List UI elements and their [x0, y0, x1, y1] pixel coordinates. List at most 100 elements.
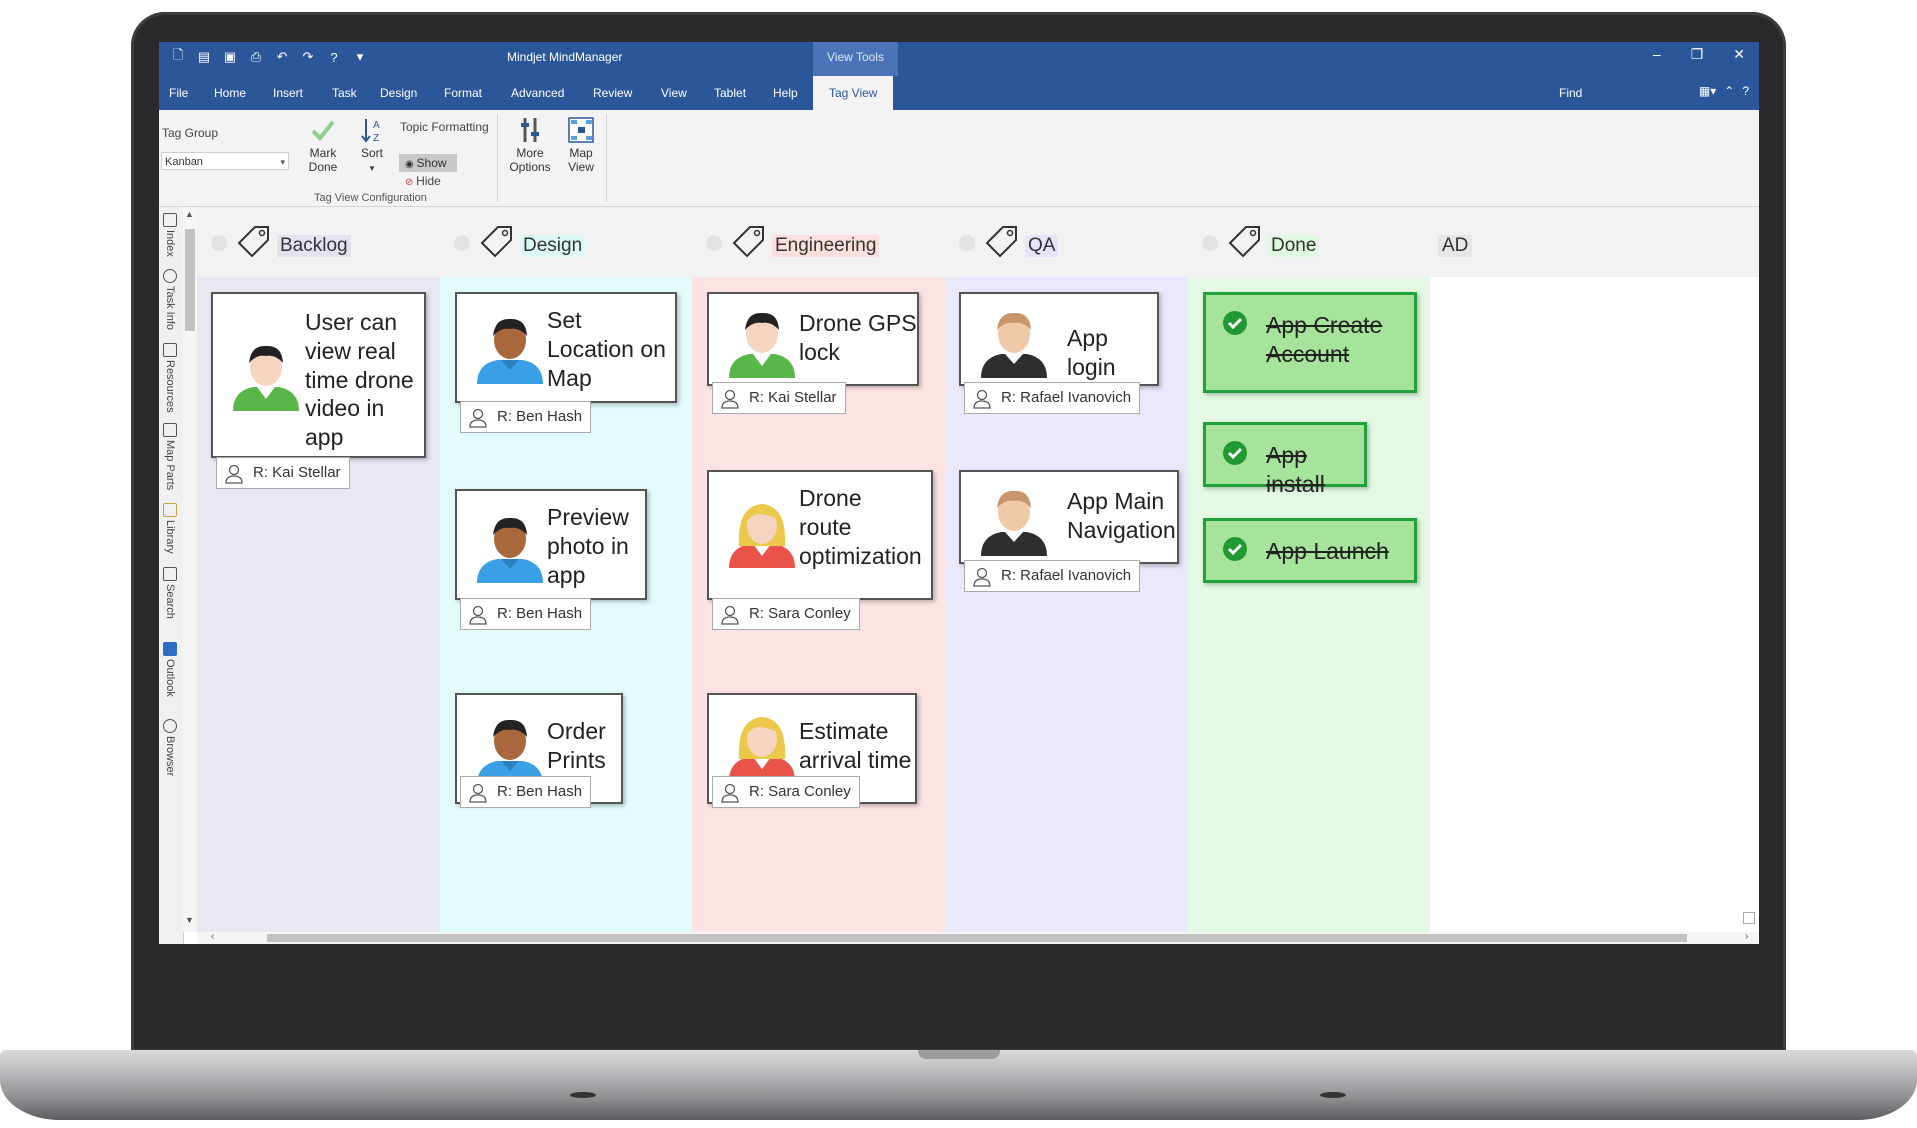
tab-help[interactable]: Help: [773, 86, 798, 100]
tab-advanced[interactable]: Advanced: [511, 86, 564, 100]
collapse-ribbon-icon[interactable]: ⌃: [1724, 84, 1734, 98]
person-avatar-icon: [981, 490, 1047, 556]
open-folder-icon[interactable]: ▤: [195, 47, 213, 67]
index-icon: [163, 213, 177, 227]
resource-tag[interactable]: R: Kai Stellar: [216, 457, 350, 489]
tab-insert[interactable]: Insert: [273, 86, 303, 100]
tab-design[interactable]: Design: [380, 86, 417, 100]
resource-label: R: Kai Stellar: [749, 389, 837, 406]
side-tab-resources[interactable]: Resources: [163, 343, 177, 413]
tab-file[interactable]: File: [169, 86, 188, 100]
resource-tag[interactable]: R: Sara Conley: [712, 598, 860, 630]
tab-format[interactable]: Format: [444, 86, 482, 100]
resource-tag[interactable]: R: Kai Stellar: [712, 382, 846, 414]
restore-button[interactable]: ❐: [1691, 46, 1704, 63]
resource-tag[interactable]: R: Rafael Ivanovich: [964, 560, 1141, 592]
find-box[interactable]: Find: [1559, 86, 1582, 100]
tab-tag-view[interactable]: Tag View: [813, 76, 894, 110]
help-icon[interactable]: ?: [325, 47, 343, 67]
column-header-engineering: Engineering: [692, 207, 945, 277]
save-icon[interactable]: ▣: [221, 47, 239, 67]
side-tab-search[interactable]: Search: [163, 567, 177, 619]
side-tab-browser[interactable]: Browser: [163, 719, 177, 776]
topic-card[interactable]: Drone route optimization: [707, 470, 933, 600]
topic-line: Location on: [547, 335, 666, 362]
redo-icon[interactable]: ↷: [299, 47, 317, 67]
collapse-circle-icon[interactable]: [211, 235, 227, 251]
undo-icon[interactable]: ↶: [273, 47, 291, 67]
topic-card[interactable]: Set Location on Map: [455, 292, 677, 403]
side-tab-index[interactable]: Index: [163, 213, 177, 257]
vertical-scrollbar[interactable]: ▲ ▼: [183, 207, 198, 932]
topic-card[interactable]: Drone GPS lock: [707, 292, 919, 386]
ribbon-separator: [606, 114, 607, 202]
tag-icon: [732, 226, 764, 258]
person-avatar-icon: [233, 345, 299, 411]
sort-button[interactable]: A Z Sort ▾: [355, 116, 389, 174]
collapse-circle-icon[interactable]: [959, 235, 975, 251]
completed-topic-card[interactable]: App Create Account: [1203, 292, 1417, 393]
resource-label: R: Sara Conley: [749, 605, 851, 622]
topic-card[interactable]: App Main Navigation: [959, 470, 1179, 564]
topic-line: App install: [1266, 442, 1325, 497]
resource-tag[interactable]: R: Ben Hash: [460, 598, 592, 630]
new-document-icon[interactable]: 🗋: [169, 47, 187, 67]
tag-group-dropdown[interactable]: Kanban ▾: [161, 152, 289, 170]
title-bar: 🗋 ▤ ▣ ⎙ ↶ ↷ ? ▾ Mindjet MindManager View…: [159, 42, 1759, 76]
show-button[interactable]: ◉ Show: [399, 154, 457, 172]
topic-line: app: [305, 424, 344, 450]
more-options-line2: Options: [509, 160, 551, 174]
resource-label: R: Ben Hash: [497, 783, 583, 800]
topic-text: App Main Navigation: [1067, 487, 1176, 545]
minimize-button[interactable]: –: [1653, 46, 1661, 63]
resource-tag[interactable]: R: Rafael Ivanovich: [964, 382, 1141, 414]
tab-task[interactable]: Task: [332, 86, 357, 100]
svg-text:A: A: [373, 120, 380, 131]
collapse-circle-icon[interactable]: [454, 235, 470, 251]
vertical-scroll-thumb[interactable]: [185, 229, 195, 331]
resource-tag[interactable]: R: Ben Hash: [460, 401, 592, 433]
resize-corner-icon[interactable]: [1743, 912, 1755, 924]
resource-tag[interactable]: R: Sara Conley: [712, 776, 860, 808]
tab-view[interactable]: View: [661, 86, 687, 100]
mark-done-button[interactable]: Mark Done: [303, 116, 343, 174]
map-view-button[interactable]: Map View: [561, 116, 601, 174]
topic-text: Drone route optimization: [799, 484, 922, 570]
topic-line: User can: [305, 309, 398, 335]
layout-icon[interactable]: ▦▾: [1699, 84, 1716, 98]
side-tab-outlook[interactable]: Outlook: [163, 642, 177, 697]
check-circle-icon: [1223, 441, 1247, 465]
topic-line: arrival time: [799, 746, 912, 773]
side-tab-task-info[interactable]: Task Info: [163, 269, 177, 330]
topic-line: Prints: [547, 746, 606, 773]
sliders-icon: [521, 118, 539, 142]
customize-toolbar-icon[interactable]: ▾: [351, 47, 369, 67]
horizontal-scrollbar[interactable]: ‹ ›: [197, 931, 1759, 944]
help-icon[interactable]: ?: [1742, 84, 1749, 98]
resource-tag[interactable]: R: Ben Hash: [460, 776, 592, 808]
collapse-circle-icon[interactable]: [1202, 235, 1218, 251]
laptop-notch: [918, 1050, 1000, 1059]
tab-review[interactable]: Review: [593, 86, 632, 100]
completed-topic-card[interactable]: App Launch: [1203, 518, 1417, 583]
close-button[interactable]: ✕: [1733, 46, 1745, 63]
side-tab-map-parts[interactable]: Map Parts: [163, 423, 177, 490]
tab-tablet[interactable]: Tablet: [714, 86, 746, 100]
tab-home[interactable]: Home: [214, 86, 246, 100]
scroll-right-icon[interactable]: ›: [1745, 931, 1748, 942]
side-tab-label: Outlook: [164, 659, 176, 697]
topic-card[interactable]: App login: [959, 292, 1159, 386]
scroll-left-icon[interactable]: ‹: [211, 931, 214, 942]
horizontal-scroll-thumb[interactable]: [267, 934, 1687, 942]
collapse-circle-icon[interactable]: [706, 235, 722, 251]
more-options-button[interactable]: More Options: [503, 116, 557, 174]
hide-button[interactable]: ⊘ Hide: [405, 174, 441, 188]
scroll-up-icon[interactable]: ▲: [185, 209, 194, 219]
topic-card[interactable]: User can view real time drone video in a…: [211, 292, 426, 458]
side-tab-library[interactable]: Library: [163, 503, 177, 554]
topic-line: Set: [547, 307, 582, 333]
topic-card[interactable]: Preview photo in app: [455, 489, 647, 600]
completed-topic-card[interactable]: App install: [1203, 422, 1367, 497]
print-icon[interactable]: ⎙: [247, 47, 265, 67]
scroll-down-icon[interactable]: ▼: [185, 915, 194, 925]
